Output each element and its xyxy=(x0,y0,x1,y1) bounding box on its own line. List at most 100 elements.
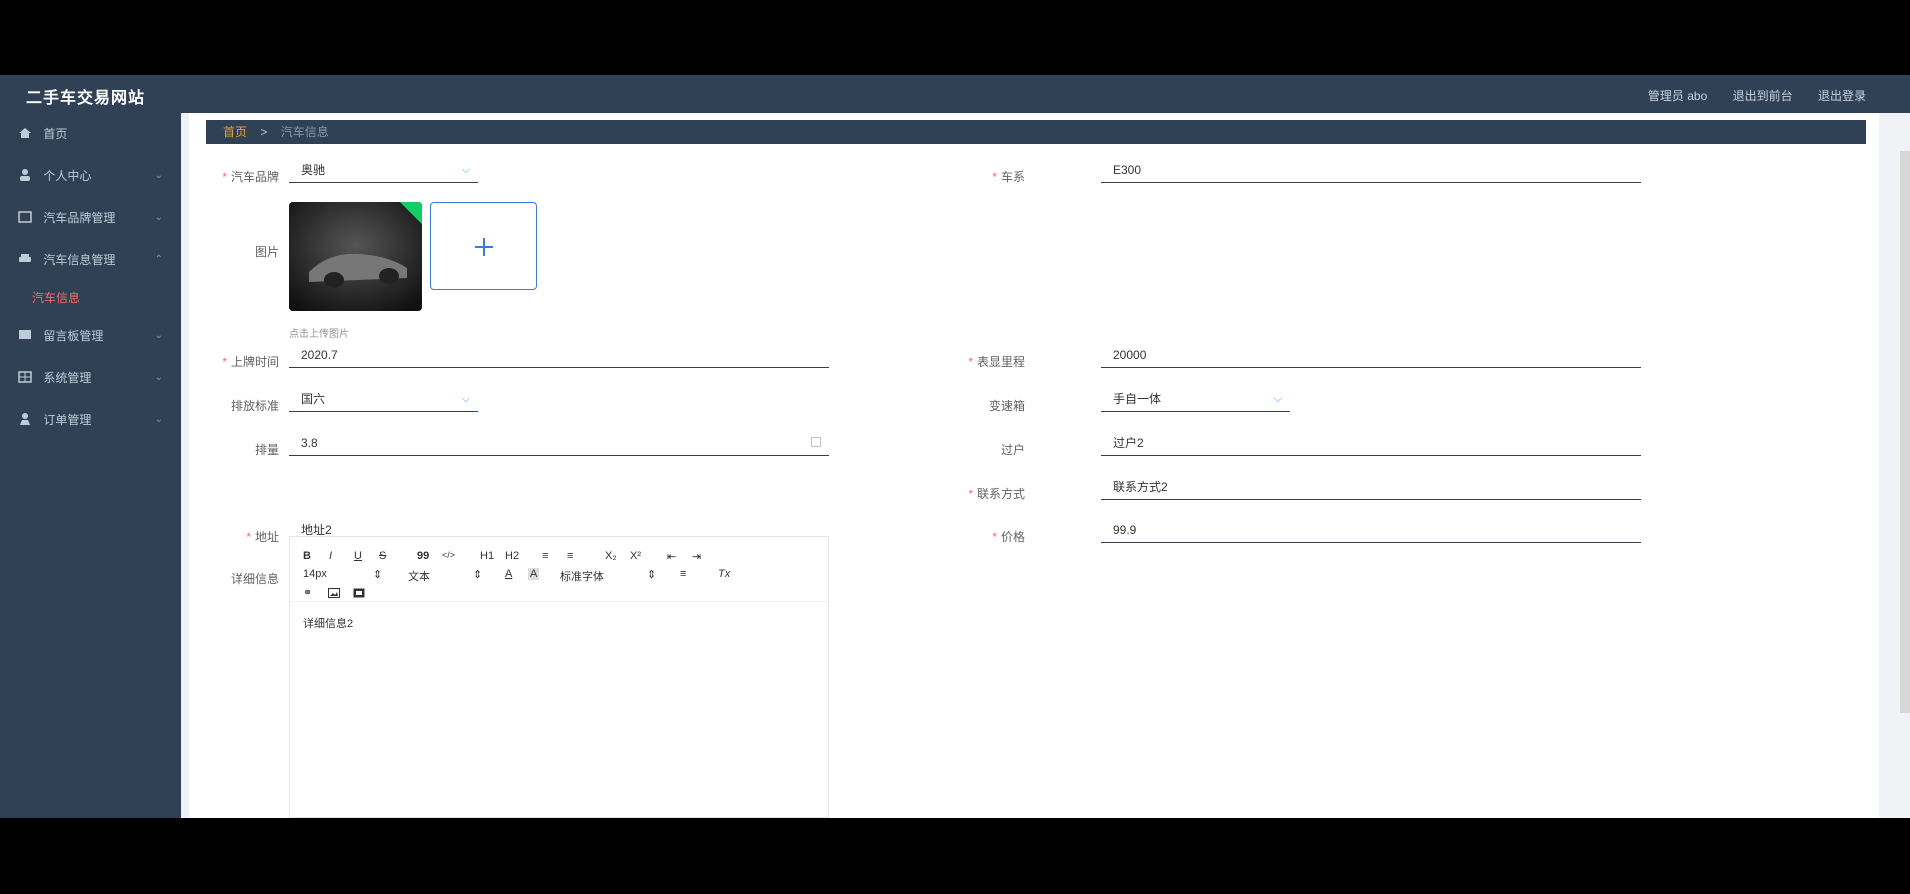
header-arrow-icon: ⇕ xyxy=(473,569,483,581)
gearbox-select[interactable]: 手自一体 ⌵ xyxy=(1101,386,1290,412)
scrollbar[interactable] xyxy=(1900,151,1910,713)
header-select[interactable]: 文本 xyxy=(408,568,430,584)
font-size-select[interactable]: 14px xyxy=(303,568,327,580)
sidebar-item-label: 汽车信息管理 xyxy=(43,253,116,267)
sidebar-subitem-car-info[interactable]: 汽车信息 xyxy=(0,281,181,315)
sidebar-item-label: 个人中心 xyxy=(43,169,92,183)
gearbox-value: 手自一体 xyxy=(1113,392,1162,406)
details-label: 详细信息 xyxy=(230,572,279,586)
main-area: 首页 > 汽车信息 汽车品牌 奥驰 ⌵ 车系 E300 图片 xyxy=(181,113,1910,818)
calendar-icon xyxy=(811,437,821,447)
font-family-arrow-icon: ⇕ xyxy=(647,569,657,581)
sidebar-item-message-board[interactable]: 留言板管理 ⌄ xyxy=(0,315,181,357)
message-icon xyxy=(19,330,31,339)
mileage-input[interactable]: 20000 xyxy=(1101,342,1641,368)
clear-format-button[interactable]: Tx xyxy=(718,568,730,580)
image-label: 图片 xyxy=(254,245,279,259)
font-family-select[interactable]: 标准字体 xyxy=(560,568,604,584)
ordered-list-button[interactable]: ≡ xyxy=(542,550,548,562)
sidebar-item-home[interactable]: 首页 xyxy=(0,113,181,155)
superscript-button[interactable]: X² xyxy=(630,550,641,562)
sidebar-item-label: 订单管理 xyxy=(43,413,92,427)
contact-input[interactable]: 联系方式2 xyxy=(1101,474,1641,500)
editor-content[interactable]: 详细信息2 xyxy=(303,615,353,631)
chevron-up-icon: ⌃ xyxy=(154,254,163,265)
indent-button[interactable]: ⇥ xyxy=(692,550,701,563)
sidebar-item-label: 系统管理 xyxy=(43,371,92,385)
back-to-frontend-link[interactable]: 退出到前台 xyxy=(1733,89,1793,103)
car-image-thumbnail[interactable] xyxy=(289,202,422,311)
upload-image-button[interactable] xyxy=(430,202,537,290)
gearbox-label: 变速箱 xyxy=(988,399,1025,413)
series-input[interactable]: E300 xyxy=(1101,157,1641,183)
price-input[interactable]: 99.9 xyxy=(1101,517,1641,543)
chevron-down-icon: ⌄ xyxy=(154,170,163,181)
link-icon[interactable]: ⚭ xyxy=(303,586,312,599)
admin-user-label: 管理员 abo xyxy=(1647,89,1708,103)
italic-button[interactable]: I xyxy=(329,550,332,562)
reg-time-label: 上牌时间 xyxy=(189,353,279,370)
displacement-label: 排量 xyxy=(254,443,279,457)
sidebar-item-label: 留言板管理 xyxy=(43,329,104,343)
background-color-button[interactable]: A xyxy=(528,568,540,580)
bullet-list-button[interactable]: ≡ xyxy=(567,550,573,562)
car-photo xyxy=(289,202,422,311)
emission-select[interactable]: 国六 ⌵ xyxy=(289,386,478,412)
sidebar-item-label: 首页 xyxy=(43,127,68,141)
video-icon[interactable] xyxy=(353,588,365,598)
displacement-input[interactable]: 3.8 xyxy=(289,430,829,456)
order-icon xyxy=(20,413,30,425)
transfer-label: 过户 xyxy=(1000,443,1025,457)
car-icon xyxy=(19,254,31,262)
app-title: 二手车交易网站 xyxy=(26,90,146,107)
sidebar-item-car-management[interactable]: 汽车信息管理 ⌃ xyxy=(0,239,181,281)
sidebar-item-orders[interactable]: 订单管理 ⌄ xyxy=(0,399,181,441)
address-label: 地址 xyxy=(189,528,279,545)
bold-button[interactable]: B xyxy=(303,550,311,562)
mileage-label: 表显里程 xyxy=(925,353,1025,370)
h2-button[interactable]: H2 xyxy=(505,550,519,562)
reg-time-input[interactable]: 2020.7 xyxy=(289,342,829,368)
brand-select[interactable]: 奥驰 ⌵ xyxy=(289,157,478,183)
breadcrumb-home[interactable]: 首页 xyxy=(223,125,247,139)
emission-value: 国六 xyxy=(301,392,326,406)
quote-button[interactable]: 99 xyxy=(417,550,429,562)
image-icon[interactable] xyxy=(328,588,340,598)
strike-button[interactable]: S xyxy=(379,550,386,562)
font-size-arrow-icon: ⇕ xyxy=(373,569,383,581)
chevron-down-icon: ⌵ xyxy=(461,164,470,176)
brand-value: 奥驰 xyxy=(301,163,326,177)
logout-link[interactable]: 退出登录 xyxy=(1818,89,1866,103)
code-button[interactable]: </> xyxy=(442,550,455,560)
grid-icon xyxy=(18,371,32,383)
top-bar: 二手车交易网站 管理员 abo 退出到前台 退出登录 xyxy=(0,75,1910,113)
brand-label: 汽车品牌 xyxy=(189,168,279,185)
user-icon xyxy=(20,169,30,181)
editor-toolbar: B I U S 99 </> H1 H2 ≡ ≡ X₂ X² ⇤ ⇥ 14px … xyxy=(290,537,828,602)
subscript-button[interactable]: X₂ xyxy=(605,550,617,562)
price-label: 价格 xyxy=(925,528,1025,545)
brand-icon xyxy=(18,211,32,223)
font-color-button[interactable]: A xyxy=(505,568,512,580)
app-window: 二手车交易网站 管理员 abo 退出到前台 退出登录 首页 个人中心 ⌄ 汽车品… xyxy=(0,75,1910,818)
contact-label: 联系方式 xyxy=(925,485,1025,502)
sidebar: 首页 个人中心 ⌄ 汽车品牌管理 ⌄ 汽车信息管理 ⌃ 汽车信息 留言板管理 ⌄… xyxy=(0,113,181,818)
sidebar-item-system[interactable]: 系统管理 ⌄ xyxy=(0,357,181,399)
chevron-down-icon: ⌄ xyxy=(154,330,163,341)
align-button[interactable]: ≡ xyxy=(680,568,686,580)
chevron-down-icon: ⌄ xyxy=(154,212,163,223)
breadcrumb: 首页 > 汽车信息 xyxy=(206,120,1866,144)
breadcrumb-current: 汽车信息 xyxy=(280,125,329,139)
underline-button[interactable]: U xyxy=(354,550,362,562)
home-icon xyxy=(19,128,31,138)
chevron-down-icon: ⌵ xyxy=(1273,393,1282,405)
h1-button[interactable]: H1 xyxy=(480,550,494,562)
sidebar-item-brand-management[interactable]: 汽车品牌管理 ⌄ xyxy=(0,197,181,239)
rich-text-editor: B I U S 99 </> H1 H2 ≡ ≡ X₂ X² ⇤ ⇥ 14px … xyxy=(289,536,829,818)
outdent-button[interactable]: ⇤ xyxy=(667,550,676,563)
sidebar-item-personal-center[interactable]: 个人中心 ⌄ xyxy=(0,155,181,197)
chevron-down-icon: ⌄ xyxy=(154,372,163,383)
chevron-down-icon: ⌵ xyxy=(461,393,470,405)
emission-label: 排放标准 xyxy=(230,399,279,413)
transfer-input[interactable]: 过户2 xyxy=(1101,430,1641,456)
